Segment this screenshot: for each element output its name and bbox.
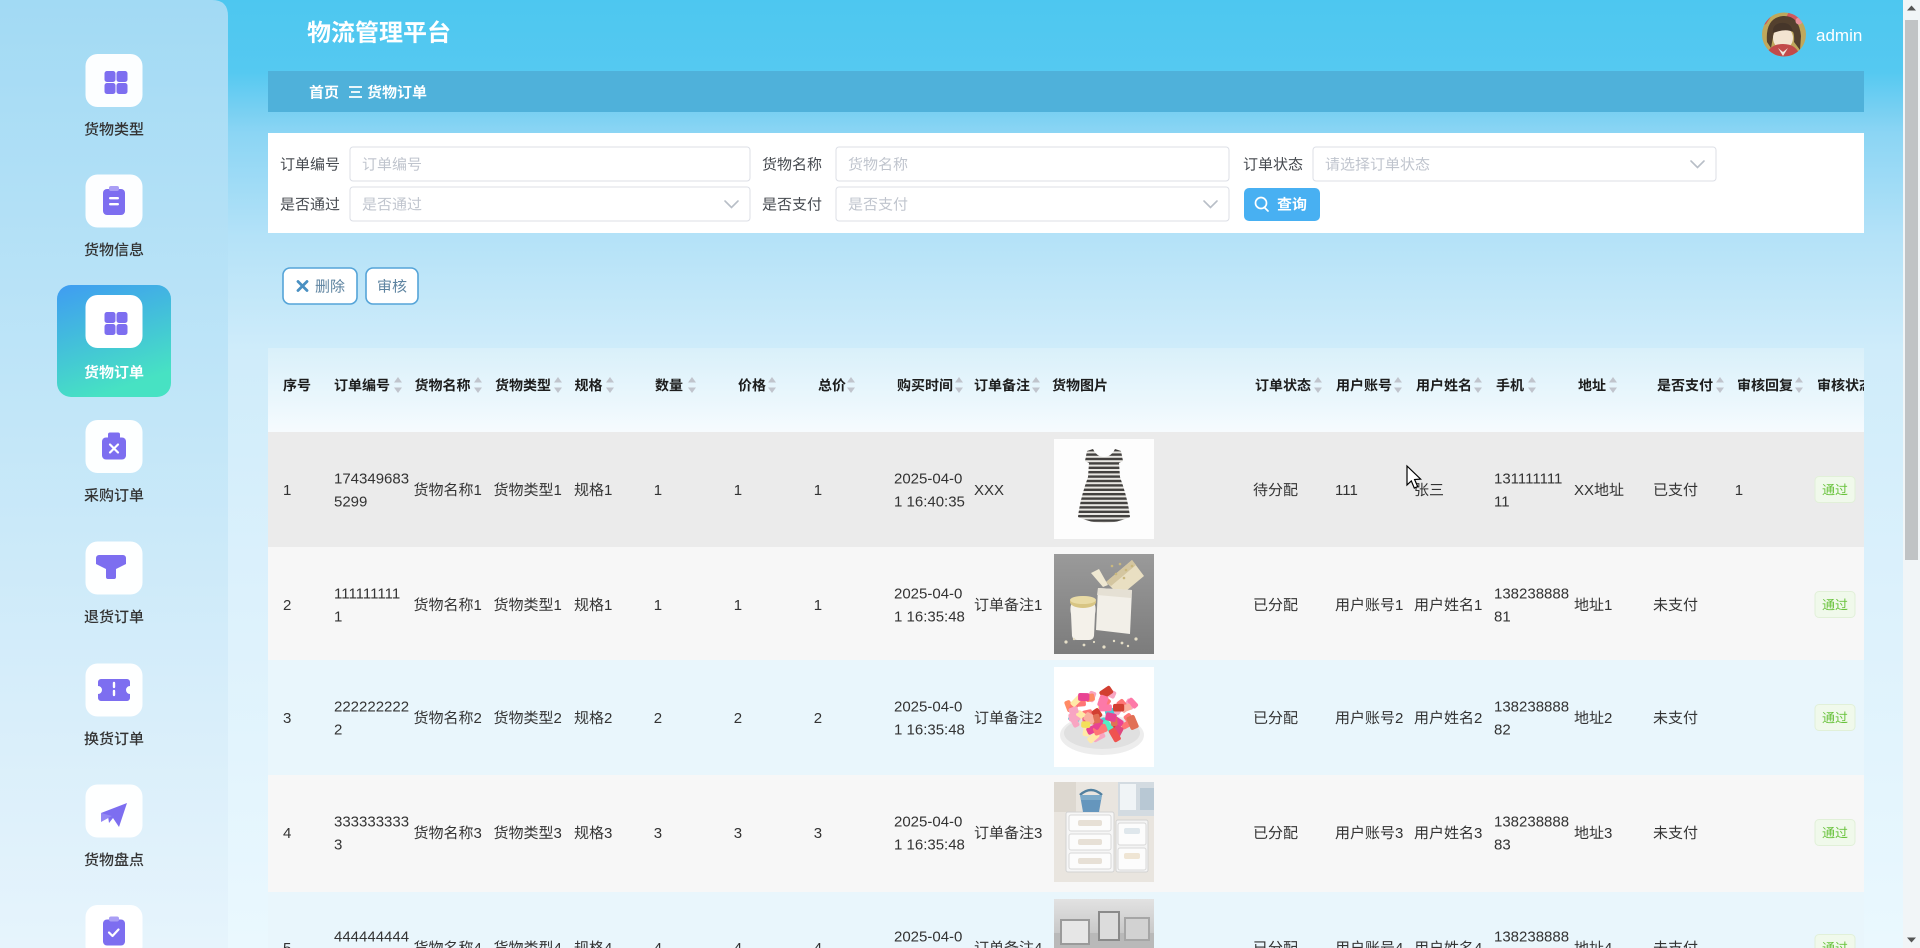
svg-text:333333333: 333333333 bbox=[334, 813, 409, 830]
svg-text:4: 4 bbox=[1604, 940, 1612, 948]
svg-text:1: 1 bbox=[283, 482, 291, 499]
svg-text:4: 4 bbox=[1395, 940, 1403, 948]
svg-text:admin: admin bbox=[1816, 26, 1862, 45]
svg-text:2: 2 bbox=[654, 710, 662, 727]
svg-text:4: 4 bbox=[1034, 940, 1042, 948]
svg-text:3: 3 bbox=[283, 710, 291, 727]
svg-text:5: 5 bbox=[283, 940, 291, 948]
svg-text:1: 1 bbox=[1735, 482, 1743, 499]
svg-text:131111111: 131111111 bbox=[1494, 470, 1562, 487]
svg-text:1: 1 bbox=[814, 597, 822, 614]
svg-text:3: 3 bbox=[334, 836, 342, 853]
svg-text:4: 4 bbox=[604, 940, 612, 948]
svg-text:2: 2 bbox=[814, 710, 822, 727]
svg-text:1: 1 bbox=[604, 482, 612, 499]
svg-text:1 16:35:48: 1 16:35:48 bbox=[894, 836, 965, 853]
svg-text:81: 81 bbox=[1494, 608, 1511, 625]
svg-text:3: 3 bbox=[814, 825, 822, 842]
svg-text:138238888: 138238888 bbox=[1494, 585, 1569, 602]
svg-text:2: 2 bbox=[334, 721, 342, 738]
svg-text:444444444: 444444444 bbox=[334, 928, 409, 945]
svg-text:174349683: 174349683 bbox=[334, 470, 409, 487]
svg-text:XX: XX bbox=[1574, 482, 1594, 499]
svg-text:1: 1 bbox=[1474, 597, 1482, 614]
svg-text:1 16:35:48: 1 16:35:48 bbox=[894, 608, 965, 625]
svg-text:1: 1 bbox=[814, 482, 822, 499]
svg-text:3: 3 bbox=[654, 825, 662, 842]
svg-text:138238888: 138238888 bbox=[1494, 698, 1569, 715]
svg-text:2025-04-0: 2025-04-0 bbox=[894, 698, 962, 715]
svg-text:1: 1 bbox=[474, 597, 482, 614]
svg-text:3: 3 bbox=[604, 825, 612, 842]
svg-text:1: 1 bbox=[1395, 597, 1403, 614]
svg-text:1: 1 bbox=[604, 597, 612, 614]
svg-text:1: 1 bbox=[554, 482, 562, 499]
svg-text:4: 4 bbox=[283, 825, 291, 842]
svg-text:1: 1 bbox=[734, 482, 742, 499]
svg-text:1: 1 bbox=[1034, 597, 1042, 614]
svg-text:3: 3 bbox=[1034, 825, 1042, 842]
svg-text:4: 4 bbox=[554, 940, 562, 948]
svg-text:3: 3 bbox=[474, 825, 482, 842]
svg-text:1: 1 bbox=[654, 597, 662, 614]
svg-text:222222222: 222222222 bbox=[334, 698, 409, 715]
svg-text:83: 83 bbox=[1494, 836, 1511, 853]
svg-text:138238888: 138238888 bbox=[1494, 928, 1569, 945]
svg-text:2: 2 bbox=[1474, 710, 1482, 727]
svg-text:11: 11 bbox=[1494, 493, 1510, 510]
svg-text:1 16:40:35: 1 16:40:35 bbox=[894, 493, 965, 510]
svg-text:2: 2 bbox=[474, 710, 482, 727]
svg-text:1: 1 bbox=[334, 608, 342, 625]
svg-text:2: 2 bbox=[604, 710, 612, 727]
svg-text:1 16:35:48: 1 16:35:48 bbox=[894, 721, 965, 738]
svg-text:1: 1 bbox=[474, 482, 482, 499]
svg-text:4: 4 bbox=[814, 940, 822, 948]
svg-text:3: 3 bbox=[734, 825, 742, 842]
svg-text:3: 3 bbox=[554, 825, 562, 842]
svg-text:2: 2 bbox=[734, 710, 742, 727]
svg-text:3: 3 bbox=[1604, 825, 1612, 842]
svg-text:4: 4 bbox=[654, 940, 662, 948]
svg-text:111111111: 111111111 bbox=[334, 585, 400, 602]
svg-text:2: 2 bbox=[1395, 710, 1403, 727]
svg-text:111: 111 bbox=[1335, 482, 1358, 499]
svg-text:2025-04-0: 2025-04-0 bbox=[894, 470, 962, 487]
svg-text:2: 2 bbox=[283, 597, 291, 614]
svg-text:3: 3 bbox=[1395, 825, 1403, 842]
svg-text:3: 3 bbox=[1474, 825, 1482, 842]
svg-text:XXX: XXX bbox=[974, 482, 1004, 499]
svg-text:4: 4 bbox=[1474, 940, 1482, 948]
svg-text:5299: 5299 bbox=[334, 493, 367, 510]
svg-text:2025-04-0: 2025-04-0 bbox=[894, 585, 962, 602]
svg-text:1: 1 bbox=[1604, 597, 1612, 614]
svg-text:138238888: 138238888 bbox=[1494, 813, 1569, 830]
svg-text:1: 1 bbox=[554, 597, 562, 614]
svg-text:2: 2 bbox=[1034, 710, 1042, 727]
svg-text:4: 4 bbox=[474, 940, 482, 948]
svg-text:2: 2 bbox=[1604, 710, 1612, 727]
svg-text:2: 2 bbox=[554, 710, 562, 727]
svg-text:2025-04-0: 2025-04-0 bbox=[894, 813, 962, 830]
svg-text:2025-04-0: 2025-04-0 bbox=[894, 928, 962, 945]
svg-text:1: 1 bbox=[734, 597, 742, 614]
svg-text:1: 1 bbox=[654, 482, 662, 499]
svg-text:82: 82 bbox=[1494, 721, 1511, 738]
svg-text:4: 4 bbox=[734, 940, 742, 948]
